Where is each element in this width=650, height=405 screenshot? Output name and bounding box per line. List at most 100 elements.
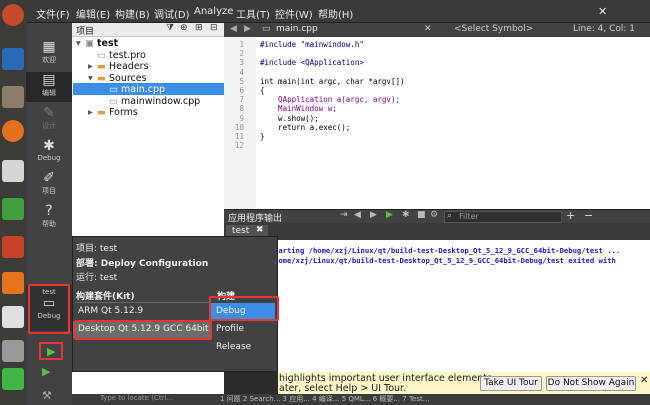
mode-design[interactable]: ✎ 设计 — [26, 105, 72, 135]
expand-arrow-icon[interactable]: ▸ — [88, 61, 97, 72]
writer-icon[interactable] — [2, 160, 24, 182]
rerun-icon[interactable]: ▶ — [386, 210, 393, 220]
link-icon[interactable]: ⊕ — [180, 23, 188, 33]
mode-debug[interactable]: ✱ Debug — [26, 138, 72, 168]
menu-help[interactable]: 帮助(H) — [318, 6, 353, 21]
menu-tools[interactable]: 工具(T) — [236, 6, 270, 21]
back-icon[interactable]: ◀ — [230, 24, 237, 34]
popup-deploy: 部署: Deploy Configuration — [76, 259, 209, 269]
filter-input[interactable]: ⌕ Filter — [444, 211, 562, 223]
code-line: } — [260, 132, 265, 141]
code-line: QApplication a(argc, argv); — [260, 95, 400, 105]
tree-item[interactable]: ▭ main.cpp — [100, 84, 165, 95]
ubuntu-dash-icon[interactable] — [2, 4, 24, 26]
filter-icon[interactable]: ⧩ — [166, 23, 174, 33]
help-icon: ? — [45, 203, 53, 219]
code-editor[interactable]: #include "mainwindow.h" #include <QApplic… — [256, 37, 650, 209]
menu-edit[interactable]: 编辑(E) — [76, 6, 110, 21]
search-icon: ⌕ — [447, 211, 453, 221]
tree-item[interactable]: ▸ ▬ Forms — [88, 107, 138, 118]
file-icon: ▭ — [109, 84, 118, 95]
mode-projects[interactable]: ✐ 项目 — [26, 170, 72, 200]
menu-file[interactable]: 文件(F) — [36, 6, 70, 21]
mode-help[interactable]: ? 帮助 — [26, 203, 72, 233]
line-number: 4 — [239, 67, 244, 77]
prev-icon[interactable]: ◀ — [354, 210, 361, 220]
line-number: 3 — [239, 58, 244, 68]
popup-run: 运行: test — [76, 273, 118, 283]
menu-analyze[interactable]: Analyze — [194, 6, 233, 17]
ui-tour-bar: highlights important user interface elem… — [278, 372, 650, 394]
files-icon[interactable] — [2, 86, 24, 108]
do-not-show-again-button[interactable]: Do Not Show Again — [546, 376, 636, 391]
impress-icon[interactable] — [2, 236, 24, 258]
close-icon[interactable]: ✕ — [598, 5, 607, 18]
file-icon: ▭ — [262, 24, 271, 34]
project-header-label: 项目 — [76, 27, 95, 37]
output-pane-tabs[interactable]: 1 问题 2 Search... 3 应用... 4 编译... 5 QML..… — [220, 394, 429, 404]
vscode-icon[interactable] — [2, 48, 24, 70]
calc-icon[interactable] — [2, 198, 24, 220]
expand-arrow-icon[interactable]: ▾ — [76, 38, 85, 49]
debug-run-icon[interactable]: ▶ — [42, 365, 50, 378]
symbol-selector[interactable]: <Select Symbol> — [454, 24, 533, 34]
settings-gear-icon[interactable]: ⚙ — [430, 210, 438, 220]
software-center-icon[interactable] — [2, 272, 24, 294]
code-line: w.show(); — [260, 113, 319, 123]
code-line: int main(int argc, char *argv[]) — [260, 76, 405, 86]
forward-icon[interactable]: ▶ — [244, 24, 251, 34]
tree-item-label: mainwindow.cpp — [121, 95, 201, 107]
tree-item[interactable]: ▭ mainwindow.cpp — [100, 96, 200, 107]
menu-build[interactable]: 构建(B) — [115, 6, 150, 21]
add-icon[interactable]: + — [566, 209, 575, 222]
mode-edit-label: 编辑 — [42, 89, 56, 97]
mode-selector: ▦ 欢迎 ▤ 编辑 ✎ 设计 ✱ Debug ✐ 项目 ? 帮助 test ▭ Debug … — [26, 23, 72, 405]
take-ui-tour-button[interactable]: Take UI Tour — [480, 376, 542, 391]
project-header: 项目 ⧩ ⊕ ⊞ ⊟ — [72, 23, 224, 37]
code-line: return a.exec(); — [260, 122, 351, 132]
tree-item[interactable]: ▾ ▬ Sources — [88, 73, 147, 84]
line-number: 2 — [239, 49, 244, 59]
mode-welcome[interactable]: ▦ 欢迎 — [26, 39, 72, 69]
build-hammer-icon[interactable]: ⚒ — [42, 389, 52, 402]
locator-input[interactable]: Type to locate (Ctrl... — [100, 394, 173, 402]
build-item-profile[interactable]: Profile — [211, 321, 275, 338]
close-file-icon[interactable]: ✕ — [424, 24, 432, 34]
output-line: home/xzj/Linux/qt/build-test-Desktop_Qt_… — [274, 256, 616, 265]
wrench-icon: ✐ — [43, 170, 55, 186]
menu-debug[interactable]: 调试(D) — [154, 6, 190, 21]
highlight-build — [209, 296, 279, 321]
amazon-icon[interactable] — [2, 306, 24, 328]
run-button[interactable]: ▶ — [39, 342, 63, 360]
qtcreator-icon[interactable] — [2, 368, 24, 390]
tab-close-icon[interactable]: ✖ — [256, 225, 264, 235]
kits-header: 构建套件(Kit) — [76, 292, 135, 302]
build-item-release[interactable]: Release — [211, 339, 275, 356]
tour-close-icon[interactable]: ✕ — [640, 375, 648, 386]
next-icon[interactable]: ▶ — [370, 210, 377, 220]
stop-icon[interactable]: ■ — [417, 210, 426, 220]
menu-widgets[interactable]: 控件(W) — [275, 6, 313, 21]
tree-item[interactable]: ▭ test.pro — [88, 50, 146, 61]
folder-icon: ▬ — [97, 61, 106, 72]
pane-close-icon[interactable]: ⊟ — [210, 23, 218, 33]
line-number: 7 — [239, 95, 244, 105]
tree-item[interactable]: ▾ ▣ test — [76, 38, 118, 49]
mode-edit[interactable]: ▤ 编辑 — [26, 72, 72, 102]
expand-arrow-icon[interactable]: ▸ — [88, 107, 97, 118]
settings-icon[interactable] — [2, 340, 24, 362]
debug-icon[interactable]: ✱ — [402, 210, 410, 220]
bug-icon: ✱ — [43, 138, 55, 154]
firefox-icon[interactable] — [2, 120, 24, 142]
minus-icon[interactable]: − — [584, 209, 593, 222]
edit-icon: ▤ — [42, 72, 56, 88]
kit-item-arm[interactable]: ARM Qt 5.12.9 — [73, 303, 211, 320]
mode-design-label: 设计 — [42, 122, 56, 130]
split-icon[interactable]: ⊞ — [195, 23, 203, 33]
editor-file-name[interactable]: main.cpp — [276, 24, 318, 34]
tree-item[interactable]: ▸ ▬ Headers — [88, 61, 149, 72]
expand-arrow-icon[interactable]: ▾ — [88, 73, 97, 84]
highlight-kit — [74, 320, 212, 340]
line-number: 12 — [234, 141, 244, 151]
attach-icon[interactable]: ⇥ — [340, 210, 348, 220]
